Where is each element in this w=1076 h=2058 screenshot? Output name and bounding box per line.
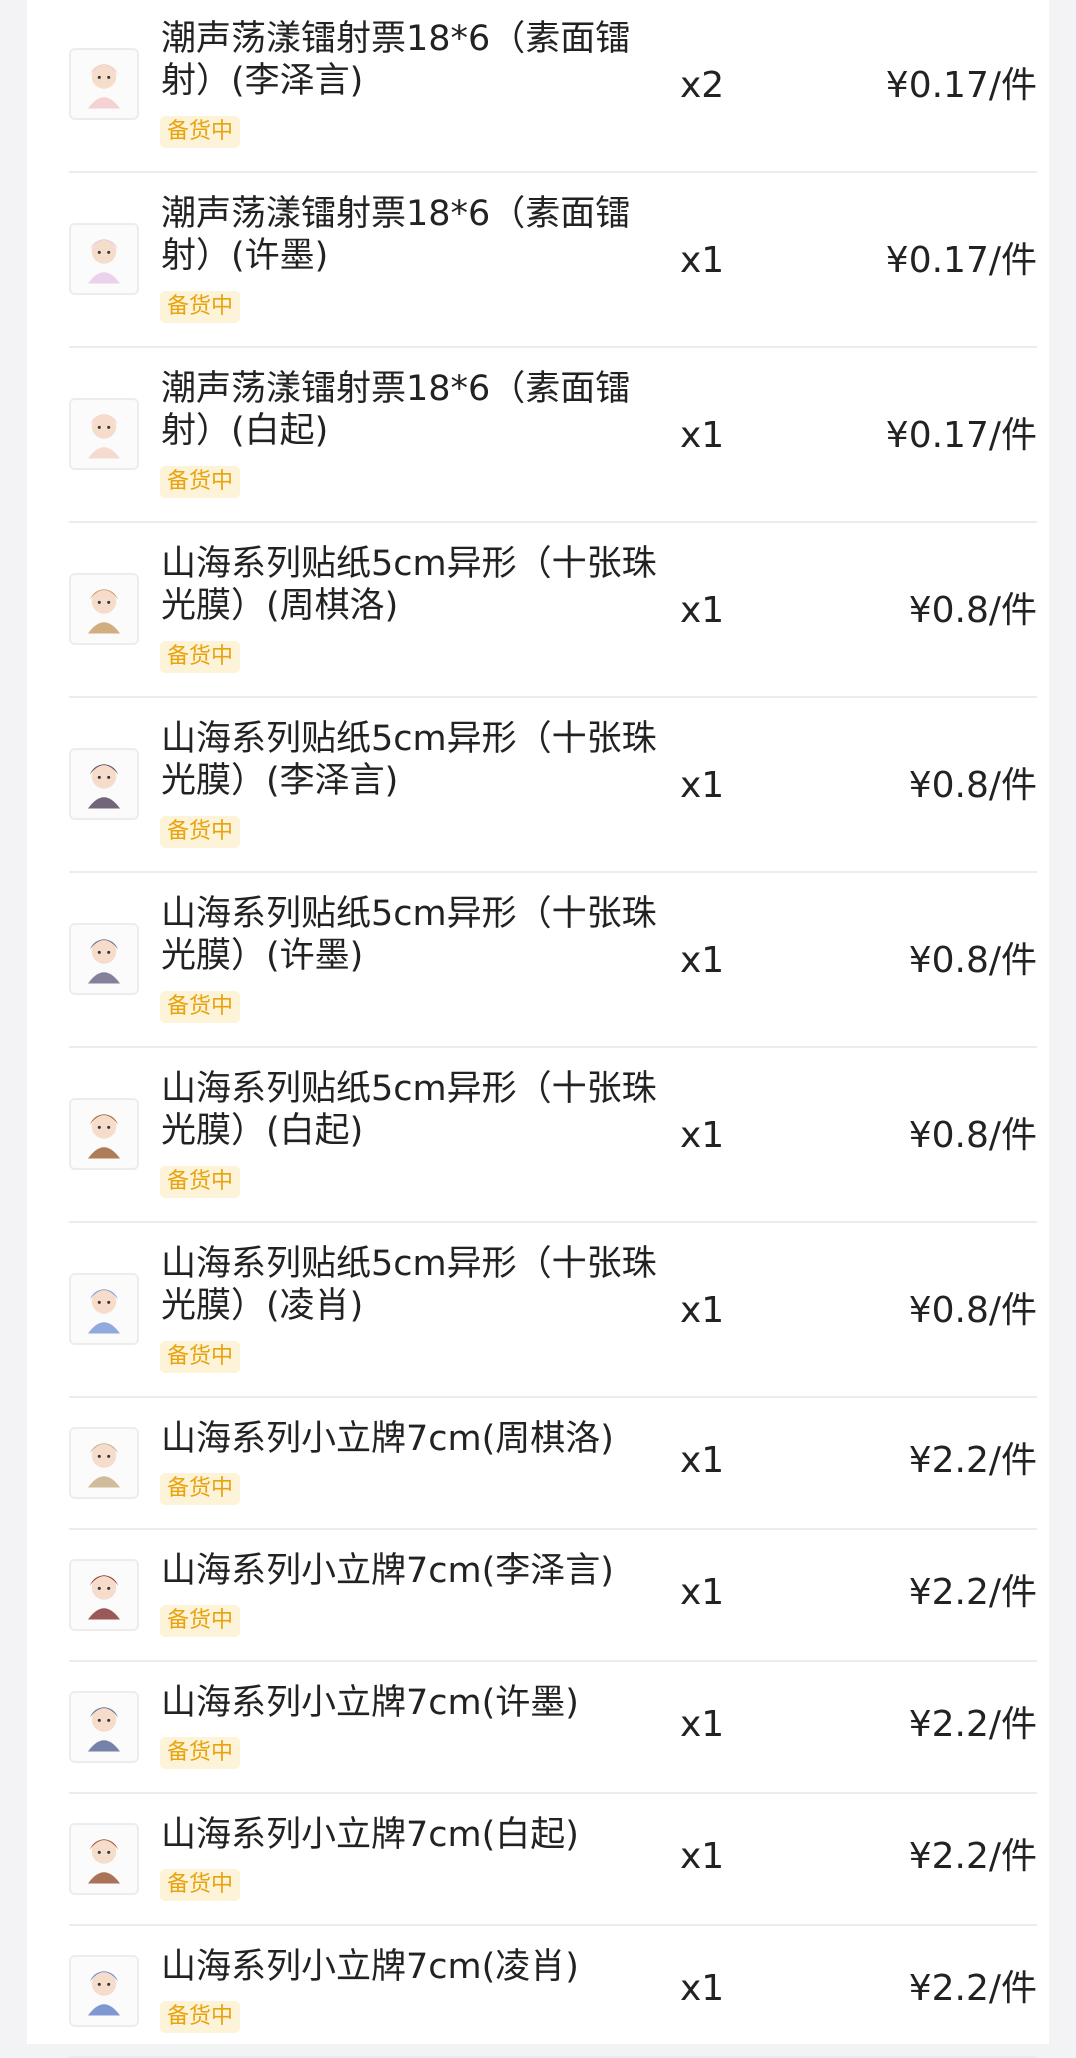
- order-item-row[interactable]: 山海系列小立牌7cm(周棋洛) 备货中 x1 ¥2.2/件: [69, 1398, 1037, 1530]
- item-title[interactable]: 山海系列小立牌7cm(许墨): [161, 1682, 681, 1724]
- standee-thumbnail-icon[interactable]: [69, 1691, 139, 1763]
- item-title-continued[interactable]: 光膜）(李泽言): [161, 760, 681, 802]
- item-quantity: x1: [680, 1440, 725, 1481]
- item-title[interactable]: 潮声荡漾镭射票18*6（素面镭: [161, 368, 681, 410]
- sticker-thumbnail-icon[interactable]: [69, 748, 139, 820]
- item-title[interactable]: 山海系列小立牌7cm(李泽言): [161, 1550, 681, 1592]
- item-title[interactable]: 山海系列贴纸5cm异形（十张珠: [161, 543, 681, 585]
- item-title[interactable]: 山海系列小立牌7cm(周棋洛): [161, 1418, 681, 1460]
- item-quantity: x1: [680, 1115, 725, 1156]
- order-item-row[interactable]: 山海系列小立牌7cm(凌肖) 备货中 x1 ¥2.2/件: [69, 1926, 1037, 2058]
- order-items-card: 潮声荡漾镭射票18*6（素面镭 射）(李泽言) 备货中 x2 ¥0.17/件 潮声荡漾镭射…: [27, 0, 1049, 2058]
- item-unit-price: ¥0.8/件: [908, 590, 1037, 631]
- standee-thumbnail-icon[interactable]: [69, 1955, 139, 2027]
- item-title-continued[interactable]: 光膜）(许墨): [161, 935, 681, 977]
- stock-status-badge: 备货中: [160, 1166, 241, 1198]
- order-item-row[interactable]: 山海系列小立牌7cm(李泽言) 备货中 x1 ¥2.2/件: [69, 1530, 1037, 1662]
- item-unit-price: ¥0.8/件: [908, 765, 1037, 806]
- item-quantity: x1: [680, 940, 725, 981]
- stock-status-badge: 备货中: [160, 2001, 241, 2033]
- item-title-continued[interactable]: 射）(白起): [161, 410, 681, 452]
- item-title-continued[interactable]: 光膜）(白起): [161, 1110, 681, 1152]
- order-item-row[interactable]: 潮声荡漾镭射票18*6（素面镭 射）(白起) 备货中 x1 ¥0.17/件: [69, 348, 1037, 523]
- order-item-row[interactable]: 山海系列贴纸5cm异形（十张珠 光膜）(许墨) 备货中 x1 ¥0.8/件: [69, 873, 1037, 1048]
- stock-status-badge: 备货中: [160, 1473, 241, 1505]
- sticker-thumbnail-icon[interactable]: [69, 1098, 139, 1170]
- item-unit-price: ¥2.2/件: [908, 1704, 1037, 1745]
- order-item-row[interactable]: 山海系列贴纸5cm异形（十张珠 光膜）(周棋洛) 备货中 x1 ¥0.8/件: [69, 523, 1037, 698]
- item-title[interactable]: 潮声荡漾镭射票18*6（素面镭: [161, 18, 681, 60]
- stock-status-badge: 备货中: [160, 1605, 241, 1637]
- item-unit-price: ¥0.8/件: [908, 1290, 1037, 1331]
- stock-status-badge: 备货中: [160, 1341, 241, 1373]
- item-unit-price: ¥0.17/件: [885, 415, 1037, 456]
- stock-status-badge: 备货中: [160, 116, 241, 148]
- order-item-row[interactable]: 山海系列小立牌7cm(许墨) 备货中 x1 ¥2.2/件: [69, 1662, 1037, 1794]
- order-item-row[interactable]: 山海系列小立牌7cm(白起) 备货中 x1 ¥2.2/件: [69, 1794, 1037, 1926]
- sticker-thumbnail-icon[interactable]: [69, 573, 139, 645]
- stock-status-badge: 备货中: [160, 1737, 241, 1769]
- item-unit-price: ¥0.8/件: [908, 1115, 1037, 1156]
- item-unit-price: ¥2.2/件: [908, 1572, 1037, 1613]
- item-unit-price: ¥2.2/件: [908, 1968, 1037, 2009]
- standee-thumbnail-icon[interactable]: [69, 1427, 139, 1499]
- sticker-thumbnail-icon[interactable]: [69, 1273, 139, 1345]
- item-quantity: x2: [680, 65, 725, 106]
- stock-status-badge: 备货中: [160, 466, 241, 498]
- item-title[interactable]: 山海系列贴纸5cm异形（十张珠: [161, 1243, 681, 1285]
- item-quantity: x1: [680, 240, 725, 281]
- item-unit-price: ¥0.17/件: [885, 240, 1037, 281]
- item-title[interactable]: 山海系列贴纸5cm异形（十张珠: [161, 893, 681, 935]
- stock-status-badge: 备货中: [160, 641, 241, 673]
- stock-status-badge: 备货中: [160, 291, 241, 323]
- item-unit-price: ¥2.2/件: [908, 1440, 1037, 1481]
- item-title[interactable]: 山海系列小立牌7cm(白起): [161, 1814, 681, 1856]
- item-title[interactable]: 山海系列贴纸5cm异形（十张珠: [161, 718, 681, 760]
- item-quantity: x1: [680, 765, 725, 806]
- order-item-row[interactable]: 山海系列贴纸5cm异形（十张珠 光膜）(李泽言) 备货中 x1 ¥0.8/件: [69, 698, 1037, 873]
- item-quantity: x1: [680, 415, 725, 456]
- item-title-continued[interactable]: 光膜）(凌肖): [161, 1285, 681, 1327]
- order-item-row[interactable]: 山海系列贴纸5cm异形（十张珠 光膜）(凌肖) 备货中 x1 ¥0.8/件: [69, 1223, 1037, 1398]
- item-quantity: x1: [680, 1836, 725, 1877]
- item-title[interactable]: 山海系列贴纸5cm异形（十张珠: [161, 1068, 681, 1110]
- order-item-row[interactable]: 潮声荡漾镭射票18*6（素面镭 射）(李泽言) 备货中 x2 ¥0.17/件: [69, 0, 1037, 173]
- stock-status-badge: 备货中: [160, 991, 241, 1023]
- item-title[interactable]: 山海系列小立牌7cm(凌肖): [161, 1946, 681, 1988]
- item-quantity: x1: [680, 1968, 725, 2009]
- item-title-continued[interactable]: 光膜）(周棋洛): [161, 585, 681, 627]
- item-unit-price: ¥0.8/件: [908, 940, 1037, 981]
- item-unit-price: ¥2.2/件: [908, 1836, 1037, 1877]
- character-thumbnail-icon[interactable]: [69, 223, 139, 295]
- item-title-continued[interactable]: 射）(许墨): [161, 235, 681, 277]
- order-item-row[interactable]: 潮声荡漾镭射票18*6（素面镭 射）(许墨) 备货中 x1 ¥0.17/件: [69, 173, 1037, 348]
- item-quantity: x1: [680, 1572, 725, 1613]
- item-quantity: x1: [680, 1290, 725, 1331]
- stock-status-badge: 备货中: [160, 816, 241, 848]
- item-title-continued[interactable]: 射）(李泽言): [161, 60, 681, 102]
- character-thumbnail-icon[interactable]: [69, 48, 139, 120]
- standee-thumbnail-icon[interactable]: [69, 1823, 139, 1895]
- item-quantity: x1: [680, 1704, 725, 1745]
- order-item-row[interactable]: 山海系列贴纸5cm异形（十张珠 光膜）(白起) 备货中 x1 ¥0.8/件: [69, 1048, 1037, 1223]
- item-quantity: x1: [680, 590, 725, 631]
- character-thumbnail-icon[interactable]: [69, 398, 139, 470]
- stock-status-badge: 备货中: [160, 1869, 241, 1901]
- item-unit-price: ¥0.17/件: [885, 65, 1037, 106]
- item-title[interactable]: 潮声荡漾镭射票18*6（素面镭: [161, 193, 681, 235]
- standee-thumbnail-icon[interactable]: [69, 1559, 139, 1631]
- sticker-thumbnail-icon[interactable]: [69, 923, 139, 995]
